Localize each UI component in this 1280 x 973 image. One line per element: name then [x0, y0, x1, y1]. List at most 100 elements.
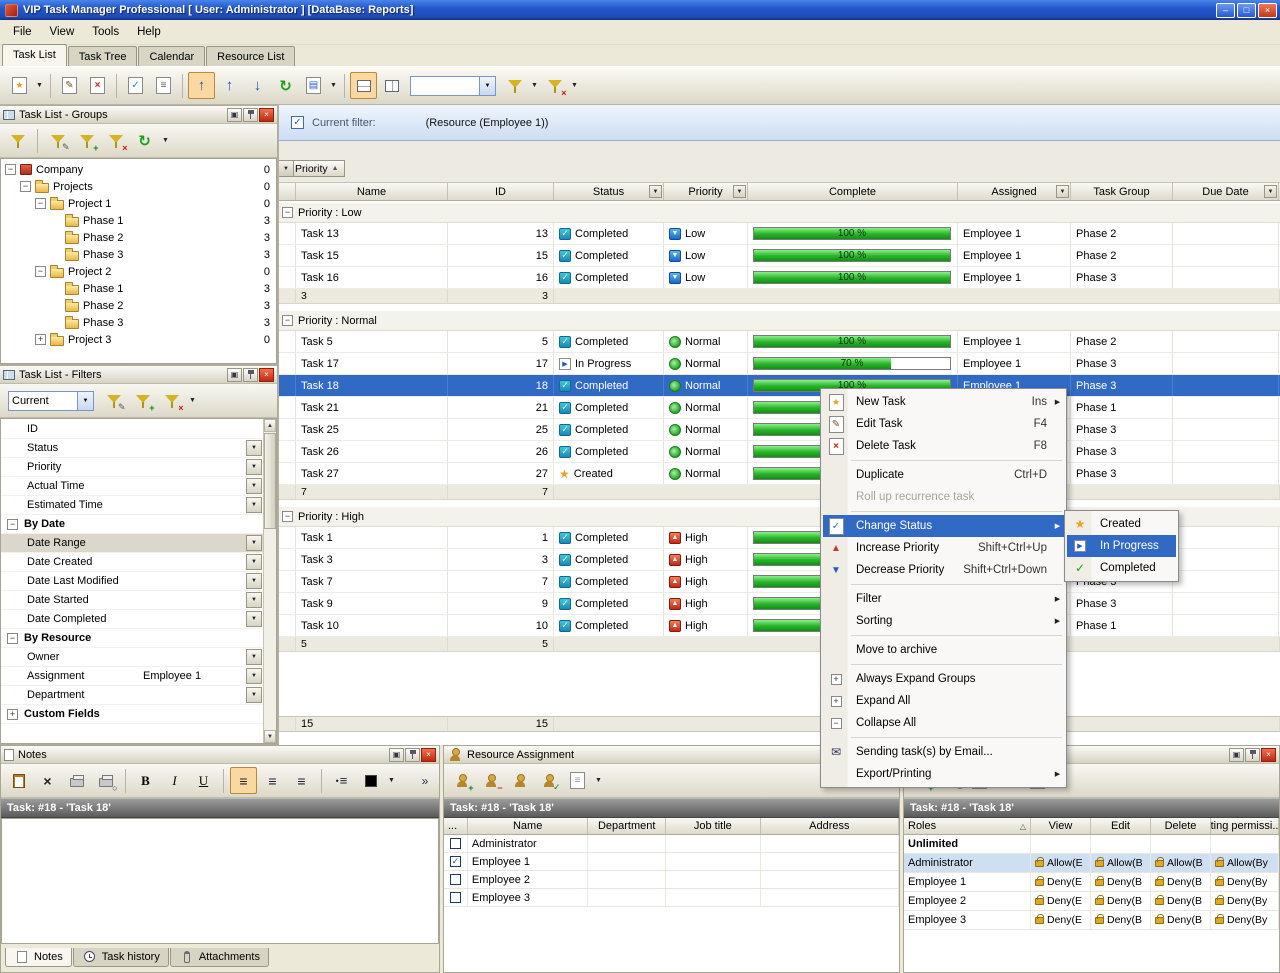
column-filter-icon[interactable]: ▼	[733, 185, 746, 198]
filter-row-date-range[interactable]: Date Range▼	[1, 534, 276, 553]
tab-task-tree[interactable]: Task Tree	[68, 46, 138, 66]
move-down-button[interactable]: ↓	[244, 72, 271, 99]
menu-item-sorting[interactable]: Sorting▶	[823, 610, 1064, 632]
pin-button[interactable]	[243, 108, 258, 122]
maximize-button[interactable]: □	[1237, 3, 1256, 18]
menu-item-duplicate[interactable]: DuplicateCtrl+D	[823, 464, 1064, 486]
menu-item-created[interactable]: ★Created	[1067, 513, 1176, 535]
scroll-thumb[interactable]	[264, 433, 276, 529]
filter-dropdown-icon[interactable]: ▼	[246, 459, 262, 475]
filters-toolbar-dropdown[interactable]: ▼	[187, 387, 198, 414]
print-preview-button[interactable]: ○	[92, 767, 119, 794]
resource-column-header-[interactable]: ...	[444, 818, 468, 834]
menu-item-change-status[interactable]: ✓Change Status▶	[823, 515, 1064, 537]
column-header-status[interactable]: Status▼	[554, 183, 664, 200]
resource-row-employee-3[interactable]: Employee 3	[444, 889, 899, 907]
tree-node-projects[interactable]: −Projects0	[1, 178, 276, 195]
task-properties-button[interactable]: ≡	[150, 72, 177, 99]
refresh-button[interactable]: ↻	[272, 72, 299, 99]
menu-item-export-printing[interactable]: Export/Printing▶	[823, 763, 1064, 785]
paste-button[interactable]	[5, 767, 32, 794]
menu-item-decrease-priority[interactable]: ▼Decrease PriorityShift+Ctrl+Down	[823, 559, 1064, 581]
bold-button[interactable]: B	[132, 767, 159, 794]
tree-node-project-1[interactable]: −Project 10	[1, 195, 276, 212]
edit-filter-button[interactable]: ✎	[100, 387, 127, 414]
assign-resources-button[interactable]: +	[448, 767, 475, 794]
filter-row-department[interactable]: Department▼	[1, 686, 276, 705]
delete-task-button[interactable]: ×	[84, 72, 111, 99]
column-header-name[interactable]: Name	[296, 183, 448, 200]
tree-node-phase-2[interactable]: Phase 23	[1, 297, 276, 314]
filter-row-assignment[interactable]: AssignmentEmployee 1▼	[1, 667, 276, 686]
menu-help[interactable]: Help	[128, 22, 170, 42]
filter-dropdown-icon[interactable]: ▼	[246, 535, 262, 551]
filter-row-date-created[interactable]: Date Created▼	[1, 553, 276, 572]
expander-icon[interactable]: −	[35, 198, 46, 209]
menu-item-edit-task[interactable]: ✎Edit TaskF4	[823, 413, 1064, 435]
tree-node-phase-2[interactable]: Phase 23	[1, 229, 276, 246]
notes-tab-attachments[interactable]: Attachments	[170, 948, 269, 967]
resource-checkbox[interactable]: ✓	[450, 856, 461, 867]
align-center-button[interactable]: ≡	[259, 767, 286, 794]
move-up-button[interactable]: ↑	[188, 72, 215, 99]
tree-node-project-2[interactable]: −Project 20	[1, 263, 276, 280]
resource-row-employee-1[interactable]: ✓Employee 1	[444, 853, 899, 871]
filter-dropdown-icon[interactable]: ▼	[246, 592, 262, 608]
resource-checkbox[interactable]	[450, 838, 461, 849]
column-filter-icon[interactable]: ▼	[1056, 185, 1069, 198]
filter-row-date-completed[interactable]: Date Completed▼	[1, 610, 276, 629]
filter-row-date-started[interactable]: Date Started▼	[1, 591, 276, 610]
menu-item-always-expand-groups[interactable]: +Always Expand Groups	[823, 668, 1064, 690]
resource-toolbar-dropdown[interactable]: ▼	[593, 767, 604, 794]
menu-item-increase-priority[interactable]: ▲Increase PriorityShift+Ctrl+Up	[823, 537, 1064, 559]
resource-column-header-department[interactable]: Department	[588, 818, 666, 834]
close-button[interactable]: ×	[259, 368, 274, 382]
resource-column-header-name[interactable]: Name	[468, 818, 588, 834]
filter-row-by-resource[interactable]: −By Resource	[1, 629, 276, 648]
menu-file[interactable]: File	[4, 22, 41, 42]
edit-task-button[interactable]: ✎	[56, 72, 83, 99]
permission-row-employee-1[interactable]: Employee 1Deny(EDeny(BDeny(BDeny(By	[904, 873, 1279, 892]
edit-group-filter-button[interactable]: ✎	[44, 127, 71, 154]
print-button[interactable]	[63, 767, 90, 794]
pin-button[interactable]	[243, 368, 258, 382]
resource-column-header-job-title[interactable]: Job title	[666, 818, 761, 834]
task-row[interactable]: Task 1515✓Completed▼Low100 %Employee 1Ph…	[279, 245, 1280, 267]
clear-group-filter-button[interactable]: ×	[102, 127, 129, 154]
close-button[interactable]: ×	[259, 108, 274, 122]
refresh-groups-button[interactable]: ↻	[131, 127, 158, 154]
task-row[interactable]: Task 1616✓Completed▼Low100 %Employee 1Ph…	[279, 267, 1280, 289]
column-header-id[interactable]: ID	[448, 183, 554, 200]
pin-button[interactable]	[405, 748, 420, 762]
collapse-group-icon[interactable]: −	[282, 207, 293, 218]
task-row[interactable]: Task 55✓CompletedNormal100 %Employee 1Ph…	[279, 331, 1280, 353]
group-filter-button[interactable]	[4, 127, 31, 154]
add-filter-button[interactable]: +	[129, 387, 156, 414]
permissions-column-header-roles[interactable]: Roles△	[904, 818, 1031, 834]
expander-icon[interactable]: −	[35, 266, 46, 277]
underline-button[interactable]: U	[190, 767, 217, 794]
view-scale-combo[interactable]: ▼	[410, 76, 496, 96]
resource-report-button[interactable]: ≡	[564, 767, 591, 794]
filter-row-id[interactable]: ID	[1, 420, 276, 439]
filter-dropdown-icon[interactable]: ▼	[246, 687, 262, 703]
bullet-list-button[interactable]: •≡	[328, 767, 355, 794]
filter-row-by-date[interactable]: −By Date	[1, 515, 276, 534]
tab-calendar[interactable]: Calendar	[138, 46, 205, 66]
group-header-row[interactable]: −Priority : Low	[279, 203, 1280, 223]
notes-toolbar-overflow[interactable]: »	[417, 774, 433, 788]
columns-button[interactable]	[378, 72, 405, 99]
menu-view[interactable]: View	[41, 22, 84, 42]
minimize-button[interactable]: –	[1216, 3, 1235, 18]
tab-resource-list[interactable]: Resource List	[206, 46, 295, 66]
task-row[interactable]: Task 1818✓CompletedNormal100 %Employee 1…	[279, 375, 1280, 397]
resource-row-administrator[interactable]: Administrator	[444, 835, 899, 853]
task-row[interactable]: Task 1717▶In ProgressNormal70 %Employee …	[279, 353, 1280, 375]
task-row[interactable]: Task 2626✓CompletedNormal100 %Employee 1…	[279, 441, 1280, 463]
combo-arrow-icon[interactable]: ▼	[479, 77, 495, 95]
export-button[interactable]: ▤	[300, 72, 327, 99]
pin-button[interactable]	[1245, 748, 1260, 762]
move-top-button[interactable]: ↑	[216, 72, 243, 99]
group-header-row[interactable]: −Priority : Normal	[279, 311, 1280, 331]
task-row[interactable]: Task 1313✓Completed▼Low100 %Employee 1Ph…	[279, 223, 1280, 245]
